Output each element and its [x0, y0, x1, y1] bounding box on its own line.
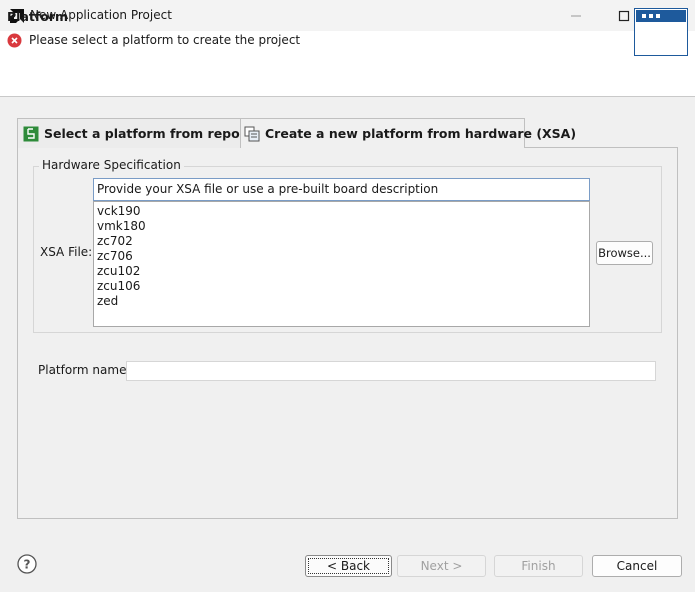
xsa-file-label: XSA File: [40, 245, 93, 259]
wizard-banner-icon [634, 8, 688, 56]
board-item[interactable]: zc706 [97, 249, 586, 264]
board-item[interactable]: zcu102 [97, 264, 586, 279]
back-button[interactable]: < Back [305, 555, 392, 577]
tab-label: Create a new platform from hardware (XSA… [265, 126, 577, 141]
platform-name-input[interactable] [126, 361, 656, 381]
error-icon [7, 33, 22, 48]
minimize-icon [571, 15, 581, 16]
board-item[interactable]: zc702 [97, 234, 586, 249]
back-button-label: < Back [307, 558, 389, 574]
xsa-file-input[interactable]: Provide your XSA file or use a pre-built… [93, 178, 590, 201]
board-item[interactable]: zed [97, 294, 586, 309]
cancel-button[interactable]: Cancel [592, 555, 682, 577]
tab-create-platform-xsa[interactable]: Create a new platform from hardware (XSA… [240, 118, 576, 148]
group-title: Hardware Specification [39, 158, 184, 172]
browse-button[interactable]: Browse... [596, 241, 653, 265]
board-item[interactable]: vmk180 [97, 219, 586, 234]
hardware-icon [244, 126, 260, 141]
finish-button[interactable]: Finish [494, 555, 583, 577]
minimize-button[interactable] [553, 0, 599, 31]
header-message: Please select a platform to create the p… [29, 33, 301, 47]
tab-select-platform-repository[interactable]: Select a platform from repository [17, 118, 280, 148]
platform-name-label: Platform name: [38, 363, 131, 377]
page-title: Platform [7, 9, 69, 24]
next-button[interactable]: Next > [397, 555, 486, 577]
board-item[interactable]: vck190 [97, 204, 586, 219]
svg-text:?: ? [24, 558, 31, 572]
repository-icon [23, 126, 39, 141]
board-item[interactable]: zcu106 [97, 279, 586, 294]
help-icon[interactable]: ? [17, 554, 37, 574]
board-list[interactable]: vck190 vmk180 zc702 zc706 zcu102 zcu106 … [93, 201, 590, 327]
maximize-icon [618, 10, 630, 21]
